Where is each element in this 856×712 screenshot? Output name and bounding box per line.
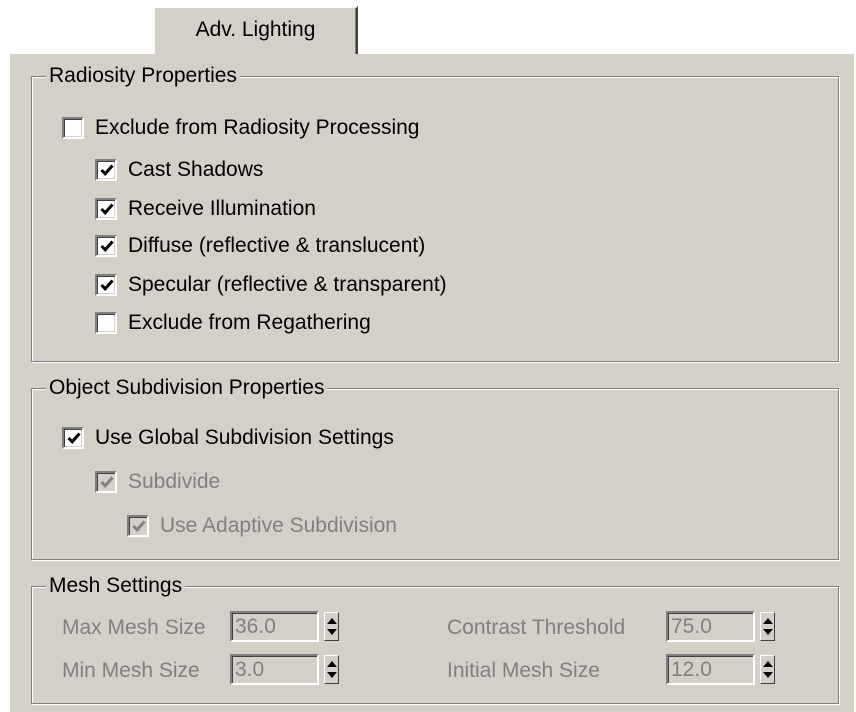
checkbox-box[interactable]	[127, 515, 149, 537]
checkmark-icon	[100, 279, 114, 292]
specular-checkbox[interactable]: Specular (reflective & transparent)	[95, 272, 447, 298]
initial-mesh-size-label: Initial Mesh Size	[447, 659, 600, 682]
tab-label: Adv. Lighting	[195, 18, 316, 41]
tab-adv-lighting[interactable]: Adv. Lighting	[153, 6, 358, 54]
receive-illumination-checkbox[interactable]: Receive Illumination	[95, 196, 316, 222]
checkmark-path	[100, 279, 114, 292]
diffuse-checkbox[interactable]: Diffuse (reflective & translucent)	[95, 233, 425, 259]
contrast-threshold-label: Contrast Threshold	[447, 616, 626, 639]
checkmark-icon	[100, 203, 114, 216]
group-title: Radiosity Properties	[46, 63, 240, 89]
contrast-threshold-spin-button[interactable]	[760, 612, 775, 641]
contrast-threshold-spinner	[666, 611, 775, 642]
radiosity-properties-group: Radiosity Properties Exclude from Radios…	[31, 63, 839, 362]
checkbox-box[interactable]	[62, 117, 84, 139]
checkmark-path	[67, 432, 81, 445]
object-properties-dialog: Adv. Lighting Radiosity Properties Exclu…	[0, 0, 856, 712]
max-mesh-size-label: Max Mesh Size	[62, 616, 206, 639]
initial-mesh-size-input[interactable]	[666, 654, 755, 685]
initial-mesh-size-spin-button[interactable]	[760, 655, 775, 684]
max-mesh-size-input[interactable]	[230, 611, 319, 642]
checkbox-label: Receive Illumination	[128, 197, 316, 220]
checkmark-icon	[132, 520, 146, 533]
checkmark-icon	[100, 476, 114, 489]
initial-mesh-size-spinner	[666, 654, 775, 685]
mesh-settings-group: Mesh Settings Max Mesh Size Min Mesh Siz…	[31, 573, 839, 704]
group-title: Mesh Settings	[46, 573, 186, 599]
checkbox-label: Use Global Subdivision Settings	[95, 426, 394, 449]
checkmark-icon	[100, 240, 114, 253]
checkmark-icon	[100, 164, 114, 177]
subdivide-checkbox[interactable]: Subdivide	[95, 469, 220, 495]
checkbox-label: Cast Shadows	[128, 158, 264, 181]
spin-down-icon	[327, 672, 337, 678]
adv-lighting-panel: Radiosity Properties Exclude from Radios…	[8, 52, 854, 712]
checkbox-box[interactable]	[95, 274, 117, 296]
checkbox-box[interactable]	[95, 312, 117, 334]
checkbox-label: Exclude from Regathering	[128, 311, 371, 334]
use-global-subdivision-checkbox[interactable]: Use Global Subdivision Settings	[62, 425, 394, 451]
cast-shadows-checkbox[interactable]: Cast Shadows	[95, 157, 263, 183]
object-subdivision-group: Object Subdivision Properties Use Global…	[31, 375, 839, 560]
checkmark-path	[132, 520, 146, 533]
checkmark-path	[100, 203, 114, 216]
checkmark-path	[100, 476, 114, 489]
exclude-radiosity-processing-checkbox[interactable]: Exclude from Radiosity Processing	[62, 115, 419, 141]
max-mesh-size-spinner	[230, 611, 339, 642]
spin-up-icon	[327, 661, 337, 667]
min-mesh-size-label: Min Mesh Size	[62, 659, 200, 682]
checkbox-box[interactable]	[95, 159, 117, 181]
group-title: Object Subdivision Properties	[46, 375, 328, 401]
spin-up-icon	[763, 661, 773, 667]
checkbox-box[interactable]	[95, 235, 117, 257]
min-mesh-size-spinner	[230, 654, 339, 685]
spin-down-icon	[763, 672, 773, 678]
checkbox-box[interactable]	[95, 198, 117, 220]
checkbox-box[interactable]	[95, 471, 117, 493]
checkmark-path	[100, 240, 114, 253]
contrast-threshold-input[interactable]	[666, 611, 755, 642]
spin-up-icon	[763, 618, 773, 624]
min-mesh-size-spin-button[interactable]	[324, 655, 339, 684]
checkbox-box[interactable]	[62, 427, 84, 449]
spin-down-icon	[763, 629, 773, 635]
spin-up-icon	[327, 618, 337, 624]
min-mesh-size-input[interactable]	[230, 654, 319, 685]
checkbox-label: Use Adaptive Subdivision	[160, 514, 397, 537]
max-mesh-size-spin-button[interactable]	[324, 612, 339, 641]
checkbox-label: Diffuse (reflective & translucent)	[128, 234, 426, 257]
checkbox-label: Exclude from Radiosity Processing	[95, 116, 420, 139]
checkmark-path	[100, 164, 114, 177]
spin-down-icon	[327, 629, 337, 635]
checkmark-icon	[67, 432, 81, 445]
checkbox-label: Subdivide	[128, 470, 221, 493]
exclude-regathering-checkbox[interactable]: Exclude from Regathering	[95, 310, 371, 336]
use-adaptive-subdivision-checkbox[interactable]: Use Adaptive Subdivision	[127, 513, 397, 539]
checkbox-label: Specular (reflective & transparent)	[128, 273, 447, 296]
